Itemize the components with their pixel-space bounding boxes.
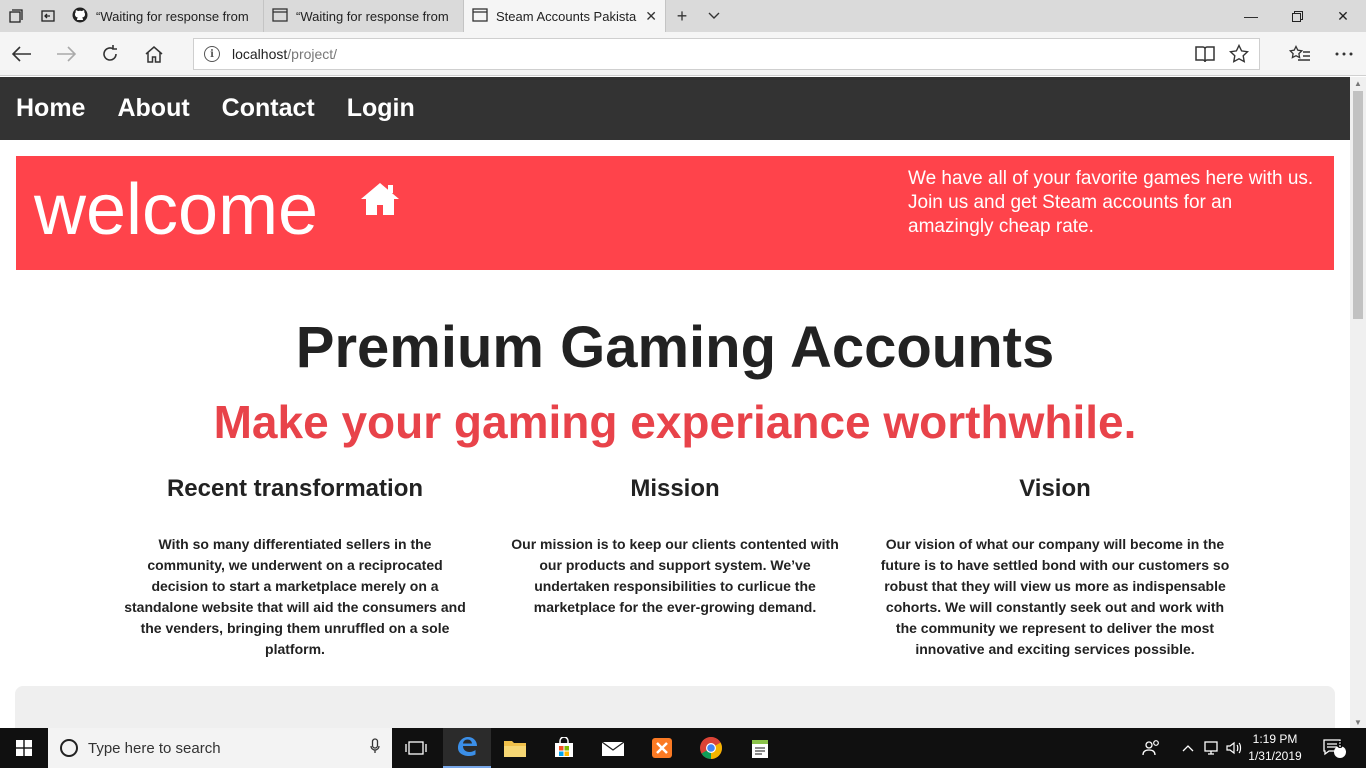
page-title: Premium Gaming Accounts (295, 315, 1055, 380)
close-tab-icon[interactable]: ✕ (645, 8, 657, 25)
scroll-up-icon[interactable]: ▲ (1350, 77, 1366, 89)
nav-link-about[interactable]: About (117, 94, 189, 123)
section-title: Vision (1019, 475, 1091, 502)
chevron-up-icon[interactable] (1182, 728, 1194, 768)
forward-arrow-icon[interactable] (46, 38, 86, 70)
more-options-icon[interactable] (1324, 38, 1364, 70)
home-icon[interactable] (134, 38, 174, 70)
task-view-icon[interactable] (392, 728, 440, 768)
clock-date: 1/31/2019 (1248, 749, 1302, 763)
recent-transformation-section: Recent transformation With so many diffe… (120, 475, 470, 660)
browser-tab-strip: “Waiting for response from “Waiting for … (0, 0, 1366, 32)
restore-icon[interactable] (1274, 0, 1320, 32)
browser-tab[interactable]: “Waiting for response from (64, 0, 264, 32)
reading-view-icon[interactable] (1188, 39, 1222, 69)
xampp-icon[interactable] (638, 728, 686, 768)
page-subtitle: Make your gaming experiance worthwhile. (213, 396, 1137, 448)
tab-label: “Waiting for response from (96, 8, 249, 24)
notification-count: 3 (1337, 740, 1343, 751)
system-clock[interactable]: 1:19 PM 1/31/2019 (1240, 731, 1310, 765)
chevron-down-icon[interactable] (698, 0, 730, 32)
edge-browser-icon[interactable] (443, 728, 491, 768)
scroll-down-icon[interactable]: ▼ (1350, 716, 1366, 728)
content-panel (15, 686, 1335, 728)
people-icon[interactable] (1142, 728, 1162, 768)
clock-time: 1:19 PM (1252, 732, 1298, 746)
close-window-icon[interactable]: ✕ (1320, 0, 1366, 32)
action-center-icon[interactable]: 3 (1322, 728, 1348, 768)
nav-link-login[interactable]: Login (347, 94, 415, 123)
welcome-text: We have all of your favorite games here … (908, 168, 1314, 237)
github-icon (72, 7, 88, 26)
section-text: With so many differentiated sellers in t… (124, 535, 466, 657)
browser-tab[interactable]: “Waiting for response from (264, 0, 464, 32)
windows-start-icon[interactable] (0, 728, 48, 768)
file-explorer-icon[interactable] (491, 728, 539, 768)
scrollbar-thumb[interactable] (1353, 91, 1363, 319)
set-tabs-aside-icon[interactable] (32, 0, 64, 32)
store-icon[interactable] (540, 728, 588, 768)
browser-toolbar: i localhost/project/ (0, 32, 1366, 76)
section-title: Recent transformation (166, 475, 424, 502)
nav-link-contact[interactable]: Contact (222, 94, 315, 123)
page-icon (472, 7, 488, 25)
section-title: Mission (630, 475, 720, 502)
back-arrow-icon[interactable] (2, 38, 42, 70)
cortana-icon (60, 739, 78, 757)
tab-manager-icon[interactable] (0, 0, 32, 32)
site-navbar: Home About Contact Login (0, 77, 1350, 140)
favorite-star-icon[interactable] (1222, 39, 1256, 69)
notepad-plus-plus-icon[interactable] (736, 728, 784, 768)
chrome-icon[interactable] (687, 728, 735, 768)
section-text: Our mission is to keep our clients conte… (511, 535, 839, 615)
nav-link-home[interactable]: Home (16, 94, 85, 123)
microphone-icon[interactable] (370, 738, 380, 758)
page-viewport: Home About Contact Login welcome We have… (0, 77, 1350, 728)
refresh-icon[interactable] (90, 38, 130, 70)
taskbar-search-box[interactable]: Type here to search (48, 728, 392, 768)
mission-section: Mission Our mission is to keep our clien… (500, 475, 850, 618)
windows-taskbar: Type here to search 1:19 PM 1/31/2019 3 (0, 728, 1366, 768)
network-icon[interactable] (1204, 728, 1222, 768)
favorites-hub-icon[interactable] (1280, 38, 1320, 70)
tab-label: Steam Accounts Pakista (496, 8, 637, 24)
address-bar[interactable]: i localhost/project/ (193, 38, 1260, 70)
vision-section: Vision Our vision of what our company wi… (880, 475, 1230, 660)
url-path: /project/ (287, 46, 338, 62)
home-icon (359, 181, 401, 222)
browser-tab-active[interactable]: Steam Accounts Pakista ✕ (464, 0, 666, 32)
section-text: Our vision of what our company will beco… (880, 535, 1230, 657)
mail-icon[interactable] (589, 728, 637, 768)
minimize-icon[interactable]: — (1228, 0, 1274, 32)
info-icon[interactable]: i (204, 46, 220, 62)
new-tab-icon[interactable]: + (666, 0, 698, 32)
welcome-title: welcome (34, 170, 319, 250)
page-scrollbar[interactable]: ▲ ▼ (1350, 77, 1366, 728)
welcome-banner: welcome We have all of your favorite gam… (16, 156, 1334, 270)
page-icon (272, 7, 288, 25)
search-placeholder: Type here to search (88, 739, 221, 757)
tab-label: “Waiting for response from (296, 8, 449, 24)
url-host: localhost (232, 46, 288, 62)
